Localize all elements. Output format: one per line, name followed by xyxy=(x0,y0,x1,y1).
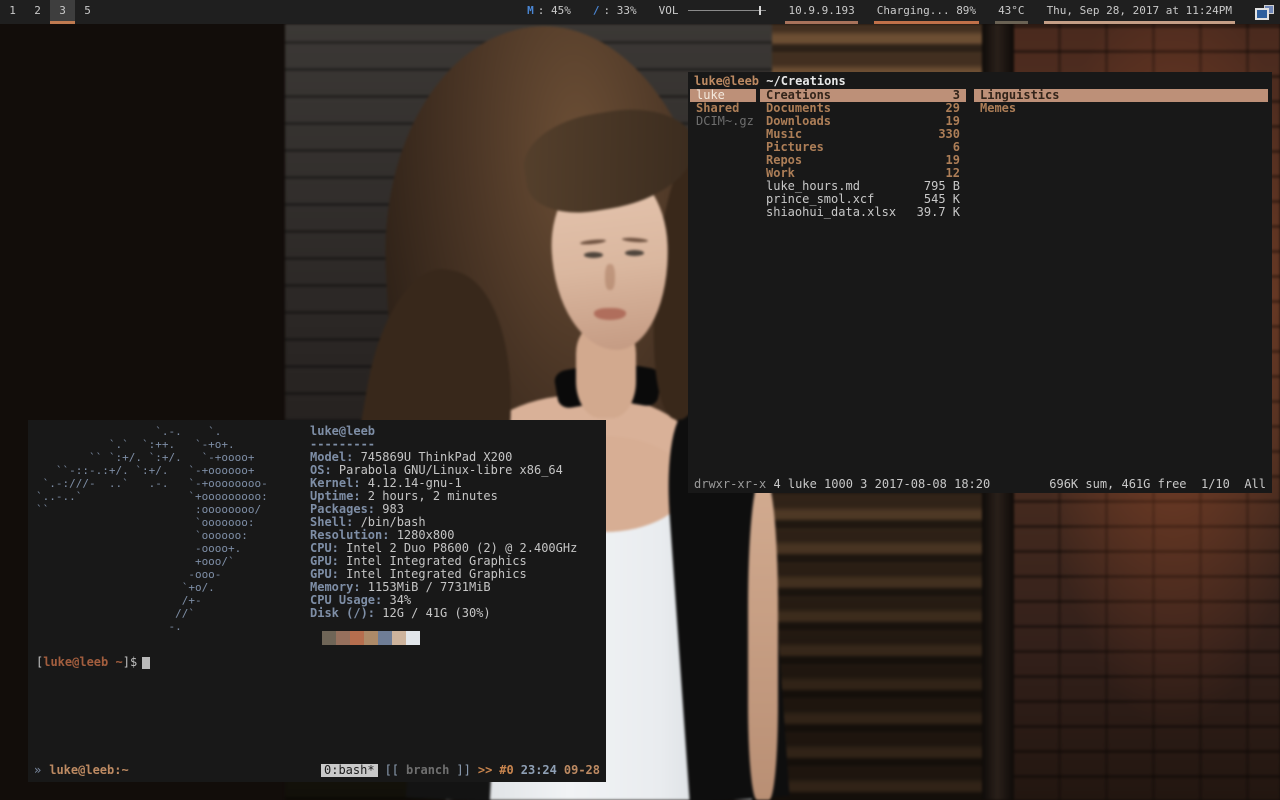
tmux-right: 0:bash* [[ branch ]] >> #0 23:24 09-28 xyxy=(321,764,600,777)
palette-swatch xyxy=(392,631,406,645)
datetime-text: Thu, Sep 28, 2017 at 11:24PM xyxy=(1047,4,1232,17)
palette-swatch xyxy=(322,631,336,645)
ranger-parent-column: luke Shared DCIM~.gz xyxy=(690,89,756,128)
ranger-status-right: 696K sum, 461G free 1/10 All xyxy=(1049,478,1266,491)
ranger-title-path: ~/Creations xyxy=(766,74,845,88)
tmux-window-tab[interactable]: 0:bash* xyxy=(321,764,378,777)
file-details: 4 luke 1000 3 2017-08-08 18:20 xyxy=(773,477,990,491)
prompt-user: luke@leeb xyxy=(43,655,108,669)
git-bracket-close: ]] xyxy=(456,764,470,777)
memory-value: : 45% xyxy=(538,4,571,17)
preview-item-linguistics[interactable]: Linguistics xyxy=(974,89,1268,102)
status-bar: 1 2 3 5 M : 45% /: 33% VOL 10.9.9.193 Cha… xyxy=(0,0,1280,24)
prompt-path: ~ xyxy=(108,655,122,669)
parabola-ascii-logo: `.-. `. `.` `:++. `-+o+. `` `:+/. `:+/. … xyxy=(36,425,268,633)
workspace-3[interactable]: 3 xyxy=(50,0,75,24)
temperature-module: 43°C xyxy=(995,0,1028,24)
status-modules: M : 45% /: 33% VOL 10.9.9.193 Charging...… xyxy=(524,0,1278,24)
shell-prompt[interactable]: [luke@leeb ~]$ xyxy=(36,656,150,669)
git-bracket-open: [[ xyxy=(385,764,399,777)
git-branch: branch xyxy=(406,764,449,777)
battery-module: Charging... 89% xyxy=(874,0,979,24)
permissions: drwxr-xr-x xyxy=(694,477,766,491)
parent-item-dcim[interactable]: DCIM~.gz xyxy=(690,115,756,128)
desktop: 1 2 3 5 M : 45% /: 33% VOL 10.9.9.193 Cha… xyxy=(0,0,1280,800)
tmux-time: 23:24 xyxy=(521,764,557,777)
disk-value: : 33% xyxy=(603,4,636,17)
preview-item-memes[interactable]: Memes xyxy=(974,102,1268,115)
tmux-arrow-icon: » xyxy=(34,764,41,777)
chevrons-icon: >> xyxy=(478,764,492,777)
palette-swatch xyxy=(336,631,350,645)
palette-swatch xyxy=(350,631,364,645)
temperature-value: 43°C xyxy=(998,4,1025,17)
woman-nose xyxy=(605,264,615,290)
volume-module: VOL xyxy=(656,0,770,24)
ranger-main-column: Creations3 Documents29 Downloads19 Music… xyxy=(760,89,966,219)
workspace-1[interactable]: 1 xyxy=(0,0,25,24)
ip-module: 10.9.9.193 xyxy=(785,0,857,24)
system-tray xyxy=(1251,0,1278,24)
tmux-pane: #0 xyxy=(499,764,513,777)
tmux-status-bar: » luke@leeb:~ 0:bash* [[ branch ]] >> #0… xyxy=(28,762,606,778)
memory-module: M : 45% xyxy=(524,0,574,24)
volume-slider-thumb[interactable] xyxy=(759,6,761,15)
battery-status: Charging... 89% xyxy=(877,4,976,17)
ranger-window: luke@leeb ~/Creations luke Shared DCIM~.… xyxy=(688,72,1272,493)
woman-arm xyxy=(748,480,778,800)
memory-icon: M xyxy=(527,4,534,17)
neofetch-field: Disk (/): 12G / 41G (30%) xyxy=(310,607,577,620)
ranger-preview-column: Linguistics Memes xyxy=(974,89,1268,115)
disk-icon: / xyxy=(593,4,600,17)
workspace-5[interactable]: 5 xyxy=(75,0,100,24)
volume-slider[interactable] xyxy=(688,10,766,11)
palette-swatch xyxy=(378,631,392,645)
volume-label: VOL xyxy=(659,4,679,17)
ranger-status-left: drwxr-xr-x 4 luke 1000 3 2017-08-08 18:2… xyxy=(694,478,990,491)
terminal-color-palette xyxy=(322,631,420,645)
tmux-left: » luke@leeb:~ xyxy=(34,764,129,777)
woman-lips xyxy=(594,308,626,320)
woman-eye xyxy=(584,252,603,258)
clock-module: Thu, Sep 28, 2017 at 11:24PM xyxy=(1044,0,1235,24)
workspace-2[interactable]: 2 xyxy=(25,0,50,24)
neofetch-output: `.-. `. `.` `:++. `-+o+. `` `:+/. `:+/. … xyxy=(36,425,268,633)
disk-module: /: 33% xyxy=(590,0,640,24)
ip-address: 10.9.9.193 xyxy=(788,4,854,17)
terminal-window: `.-. `. `.` `:++. `-+o+. `` `:+/. `:+/. … xyxy=(28,420,606,782)
tmux-session: luke@leeb:~ xyxy=(49,764,128,777)
ranger-status-bar: drwxr-xr-x 4 luke 1000 3 2017-08-08 18:2… xyxy=(688,478,1272,491)
ranger-title: luke@leeb ~/Creations xyxy=(694,75,846,88)
dual-monitor-icon[interactable] xyxy=(1255,5,1274,20)
neofetch-info: luke@leeb --------- Model: 745869U Think… xyxy=(310,425,577,620)
palette-swatch xyxy=(406,631,420,645)
text-cursor xyxy=(142,657,150,669)
tmux-date: 09-28 xyxy=(564,764,600,777)
woman-eye xyxy=(625,250,644,256)
ranger-title-user: luke@leeb xyxy=(694,74,759,88)
file-row[interactable]: shiaohui_data.xlsx39.7 K xyxy=(760,206,966,219)
palette-swatch xyxy=(364,631,378,645)
